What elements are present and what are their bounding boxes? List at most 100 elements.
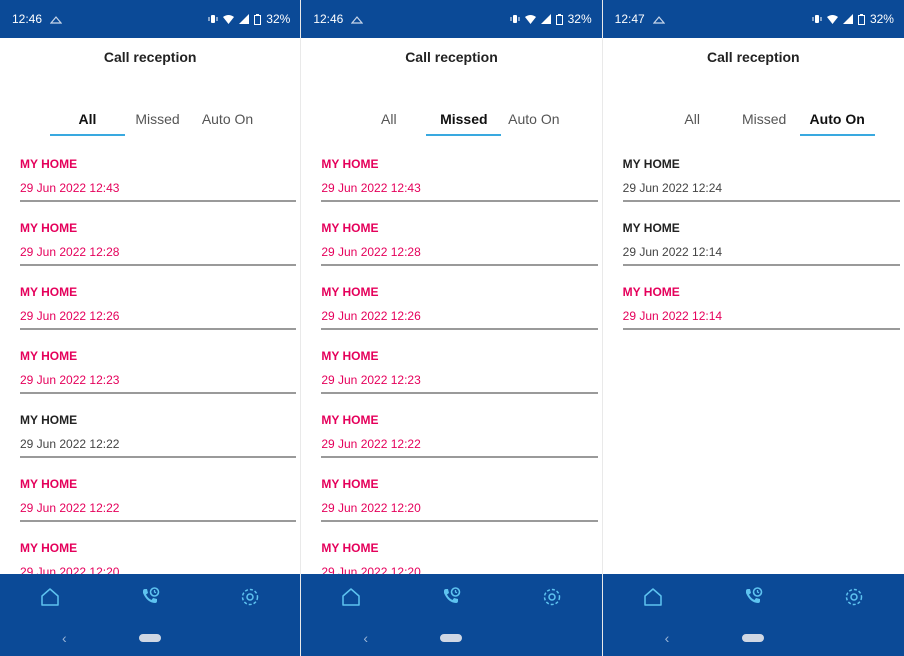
tab-auto-on[interactable]: Auto On: [190, 102, 265, 136]
call-item[interactable]: MY HOME 29 Jun 2022 12:23: [321, 344, 598, 408]
call-list: MY HOME 29 Jun 2022 12:24 MY HOME 29 Jun 2…: [622, 152, 900, 344]
call-item[interactable]: MY HOME 29 Jun 2022 12:43: [321, 152, 598, 216]
bottom-nav: [0, 574, 301, 620]
call-name: MY HOME: [20, 349, 78, 363]
back-icon[interactable]: ‹: [665, 630, 670, 646]
home-icon: [41, 588, 59, 606]
divider: [321, 392, 598, 394]
divider: [20, 200, 297, 202]
back-icon[interactable]: ‹: [62, 630, 67, 646]
call-item[interactable]: MY HOME 29 Jun 2022 12:14: [622, 280, 900, 344]
battery-icon: [254, 13, 262, 25]
call-item[interactable]: MY HOME 29 Jun 2022 12:28: [321, 216, 598, 280]
call-name: MY HOME: [321, 413, 379, 427]
status-bar: 12:47 32%: [602, 0, 904, 38]
call-item[interactable]: MY HOME 29 Jun 2022 12:26: [321, 280, 598, 344]
call-name: MY HOME: [20, 413, 78, 427]
page-title: Call reception: [707, 49, 800, 65]
back-icon[interactable]: ‹: [363, 630, 368, 646]
nav-home-button[interactable]: [30, 577, 70, 617]
home-icon: [644, 588, 662, 606]
call-name: MY HOME: [321, 541, 379, 555]
vibrate-icon: [510, 15, 520, 23]
call-name: MY HOME: [321, 349, 379, 363]
nav-settings-button[interactable]: [230, 577, 270, 617]
screenshot-collage: 12:46 32% Call reception All Missed Auto…: [0, 0, 904, 656]
call-name: MY HOME: [622, 221, 680, 235]
call-name: MY HOME: [321, 221, 379, 235]
home-icon: [342, 588, 361, 606]
call-item[interactable]: MY HOME 29 Jun 2022 12:24: [622, 152, 900, 216]
wifi-icon: [826, 14, 838, 24]
tab-missed[interactable]: Missed: [426, 102, 502, 136]
call-item[interactable]: MY HOME 29 Jun 2022 12:22: [321, 408, 598, 472]
nav-settings-button[interactable]: [834, 577, 874, 617]
nav-settings-button[interactable]: [532, 577, 572, 617]
call-reception-icon: [143, 587, 160, 603]
wifi-icon: [223, 14, 235, 24]
nav-call-reception-button[interactable]: [733, 577, 773, 617]
notification-icon: [50, 15, 63, 24]
call-item[interactable]: MY HOME 29 Jun 2022 12:14: [622, 216, 900, 280]
call-date: 29 Jun 2022 12:43: [321, 181, 421, 195]
call-name: MY HOME: [20, 541, 78, 555]
phone-screen-missed: 12:46 32% Call reception All Missed Auto…: [301, 0, 603, 656]
divider: [20, 456, 297, 458]
vibrate-icon: [812, 15, 822, 23]
divider: [20, 520, 297, 522]
call-list: MY HOME 29 Jun 2022 12:43 MY HOME 29 Jun 2…: [20, 152, 297, 600]
tab-auto-on[interactable]: Auto On: [496, 102, 571, 136]
nav-home-button[interactable]: [633, 577, 673, 617]
nav-call-reception-button[interactable]: [130, 577, 170, 617]
tab-all[interactable]: All: [351, 102, 426, 136]
call-item[interactable]: MY HOME 29 Jun 2022 12:22: [20, 472, 297, 536]
tab-all[interactable]: All: [655, 102, 730, 136]
signal-icon: [239, 14, 250, 24]
nav-home-button[interactable]: [331, 577, 371, 617]
call-date: 29 Jun 2022 12:23: [20, 373, 120, 387]
home-pill[interactable]: [139, 634, 162, 642]
call-item[interactable]: MY HOME 29 Jun 2022 12:43: [20, 152, 297, 216]
nav-call-reception-button[interactable]: [431, 577, 471, 617]
home-pill[interactable]: [440, 634, 463, 642]
vibrate-icon: [208, 15, 218, 23]
tab-all[interactable]: All: [50, 102, 125, 136]
status-bar: 12:46 32%: [301, 0, 602, 38]
tab-missed[interactable]: Missed: [727, 102, 802, 136]
call-date: 29 Jun 2022 12:20: [321, 501, 421, 515]
call-date: 29 Jun 2022 12:22: [20, 437, 120, 451]
battery-level: 32%: [869, 12, 894, 26]
call-item[interactable]: MY HOME 29 Jun 2022 12:20: [321, 472, 598, 536]
call-date: 29 Jun 2022 12:26: [321, 309, 421, 323]
notification-icon: [351, 15, 364, 24]
call-item[interactable]: MY HOME 29 Jun 2022 12:28: [20, 216, 297, 280]
status-time: 12:47: [614, 12, 645, 26]
system-nav-bar: ‹: [0, 620, 301, 656]
call-reception-icon: [746, 587, 763, 603]
call-name: MY HOME: [622, 285, 680, 299]
call-date: 29 Jun 2022 12:23: [321, 373, 421, 387]
tab-bar: All Missed Auto On: [301, 102, 601, 136]
phone-screen-all: 12:46 32% Call reception All Missed Auto…: [0, 0, 302, 656]
call-name: MY HOME: [321, 477, 379, 491]
divider: [321, 520, 598, 522]
home-pill[interactable]: [742, 634, 765, 642]
call-name: MY HOME: [20, 285, 78, 299]
call-item[interactable]: MY HOME 29 Jun 2022 12:23: [20, 344, 297, 408]
call-date: 29 Jun 2022 12:24: [622, 181, 723, 195]
call-name: MY HOME: [20, 157, 78, 171]
divider: [20, 392, 297, 394]
phone-screen-auto-on: 12:47 32% Call reception All Missed Auto…: [602, 0, 904, 656]
status-bar: 12:46 32%: [0, 0, 301, 38]
battery-level: 32%: [266, 12, 291, 26]
battery-level: 32%: [567, 12, 592, 26]
call-date: 29 Jun 2022 12:22: [321, 437, 421, 451]
wifi-icon: [524, 14, 536, 24]
tab-auto-on[interactable]: Auto On: [799, 102, 875, 136]
divider: [622, 264, 900, 266]
call-item[interactable]: MY HOME 29 Jun 2022 12:22: [20, 408, 297, 472]
settings-icon: [242, 588, 259, 606]
tab-missed[interactable]: Missed: [120, 102, 195, 136]
call-date: 29 Jun 2022 12:14: [622, 245, 723, 259]
call-item[interactable]: MY HOME 29 Jun 2022 12:26: [20, 280, 297, 344]
